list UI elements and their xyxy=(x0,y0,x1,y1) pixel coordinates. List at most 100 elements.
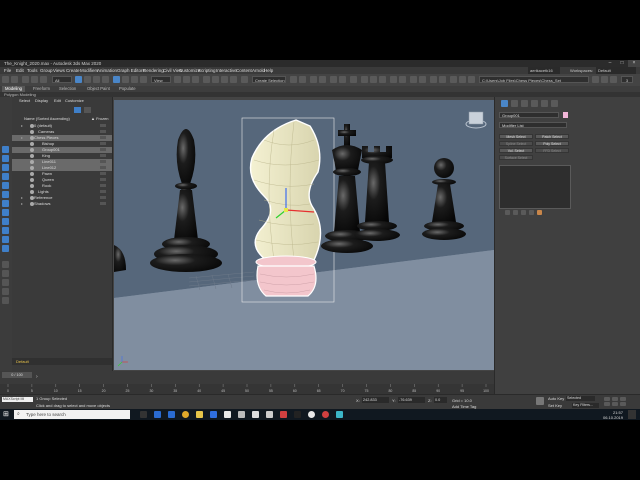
mail-icon[interactable] xyxy=(224,411,231,418)
key-filters-button[interactable]: Key Filters... xyxy=(572,403,599,408)
media-icon[interactable] xyxy=(294,411,301,418)
pan-view-icon[interactable] xyxy=(612,402,618,406)
edge-browser-icon[interactable] xyxy=(154,411,161,418)
maximize-button[interactable]: □ xyxy=(616,60,628,67)
frozen-toggle-icon[interactable] xyxy=(100,166,106,169)
minimize-button[interactable]: – xyxy=(604,60,616,67)
menu-help[interactable]: Help xyxy=(264,68,273,73)
frozen-toggle-icon[interactable] xyxy=(100,178,106,181)
key-mode-dropdown[interactable]: Selected xyxy=(566,396,595,401)
frozen-toggle-icon[interactable] xyxy=(100,142,106,145)
display-spacewarps-icon[interactable] xyxy=(2,209,9,216)
schematic-view-icon[interactable] xyxy=(339,76,346,83)
arnold-render-icon[interactable] xyxy=(390,76,397,83)
snaps-toggle-icon[interactable] xyxy=(203,76,210,83)
select-rotate-icon[interactable] xyxy=(122,76,129,83)
menu-graph-editors[interactable]: Graph Editors xyxy=(117,68,145,73)
menu-create[interactable]: Create xyxy=(66,68,80,73)
rendered-frame-window-icon[interactable] xyxy=(370,76,377,83)
toggle-ribbon-icon[interactable] xyxy=(450,76,457,83)
project-path-dropdown[interactable]: C:\Users\Job Files\Chess Pieces\Chess_Se… xyxy=(479,76,589,83)
recorder-icon[interactable] xyxy=(322,411,329,418)
align-icon[interactable] xyxy=(299,76,306,83)
visibility-eye-icon[interactable] xyxy=(30,178,34,182)
material-editor-icon[interactable] xyxy=(350,76,357,83)
remove-modifier-icon[interactable] xyxy=(529,210,534,215)
current-layer[interactable]: Default xyxy=(16,359,29,364)
show-end-result-icon[interactable] xyxy=(513,210,518,215)
frozen-toggle-icon[interactable] xyxy=(100,124,106,127)
next-frame-icon[interactable]: › xyxy=(36,374,38,380)
workspaces-dropdown[interactable]: Default xyxy=(596,67,636,74)
vol-select-button[interactable]: Vol. Select xyxy=(499,148,533,153)
frozen-toggle-icon[interactable] xyxy=(100,148,106,151)
render-setup-icon[interactable] xyxy=(361,76,368,83)
perspective-viewport[interactable]: [+] [Perspective] [User Defined] [Defaul… xyxy=(114,100,494,370)
unlink-icon[interactable] xyxy=(31,76,38,83)
field-of-view-icon[interactable] xyxy=(604,402,610,406)
disc-icon[interactable] xyxy=(308,411,315,418)
paint-icon[interactable] xyxy=(266,411,273,418)
windows-start-icon[interactable]: ⊞ xyxy=(3,411,10,418)
menu-group[interactable]: Group xyxy=(40,68,53,73)
app-red-icon[interactable] xyxy=(280,411,287,418)
menu-views[interactable]: Views xyxy=(53,68,65,73)
pin-icon[interactable] xyxy=(601,76,608,83)
modifier-stack[interactable] xyxy=(499,165,571,209)
calculator-icon[interactable] xyxy=(238,411,245,418)
z-coordinate-field[interactable]: 0.0 xyxy=(434,397,447,403)
named-selection-set-dropdown[interactable]: Create Selection Se xyxy=(252,76,286,90)
angle-snap-icon[interactable] xyxy=(212,76,219,83)
redo-icon[interactable] xyxy=(11,76,18,83)
display-lights-icon[interactable] xyxy=(2,182,9,189)
selection-filter-dropdown[interactable]: All xyxy=(52,76,72,83)
explorer-tab-display[interactable]: Display xyxy=(35,98,48,103)
visibility-eye-icon[interactable] xyxy=(30,154,34,158)
settings-icon[interactable] xyxy=(610,76,617,83)
display-hidden-icon[interactable] xyxy=(2,270,9,277)
task-view-icon[interactable] xyxy=(140,411,147,418)
edge-icon[interactable] xyxy=(168,411,175,418)
poly-select-button[interactable]: Poly Select xyxy=(535,141,569,146)
explorer-tab-customize[interactable]: Customize xyxy=(65,98,84,103)
browser-icon[interactable] xyxy=(430,76,437,83)
display-tab-icon[interactable] xyxy=(541,100,548,107)
notifications-icon[interactable] xyxy=(628,410,636,419)
select-tool-icon[interactable] xyxy=(2,146,9,153)
frozen-toggle-icon[interactable] xyxy=(100,190,106,193)
frozen-toggle-icon[interactable] xyxy=(100,130,106,133)
configure-modifier-sets-icon[interactable] xyxy=(537,210,542,215)
x-coordinate-field[interactable]: 242.833 xyxy=(362,397,389,403)
reference-coordinate-dropdown[interactable]: View xyxy=(151,76,171,83)
clock-date[interactable]: 06.10.2019 xyxy=(583,415,623,420)
visibility-eye-icon[interactable] xyxy=(30,172,34,176)
curve-editor-icon[interactable] xyxy=(330,76,337,83)
object-name-field[interactable]: Group001 xyxy=(499,112,559,118)
select-scale-icon[interactable] xyxy=(131,76,138,83)
menu-animation[interactable]: Animation xyxy=(97,68,117,73)
file-explorer-icon[interactable] xyxy=(196,411,203,418)
display-containers-icon[interactable] xyxy=(2,245,9,252)
menu-rendering[interactable]: Rendering xyxy=(143,68,164,73)
frozen-toggle-icon[interactable] xyxy=(100,184,106,187)
auto-key-button[interactable]: Auto Key xyxy=(548,396,564,401)
zoom-extents-icon[interactable] xyxy=(620,397,626,401)
track-bar[interactable]: 0 5 10 15 20 25 30 35 40 45 50 55 60 65 70 75 80 85 90 95 10… xyxy=(0,384,494,394)
menu-tools[interactable]: Tools xyxy=(27,68,38,73)
set-key-icon[interactable] xyxy=(536,397,544,405)
visibility-eye-icon[interactable] xyxy=(30,184,34,188)
spinner-snap-icon[interactable] xyxy=(230,76,237,83)
percent-snap-icon[interactable] xyxy=(221,76,228,83)
expand-arrow-icon[interactable]: ▸ xyxy=(21,201,23,207)
select-manipulate-icon[interactable] xyxy=(183,76,190,83)
y-coordinate-field[interactable]: -76.639 xyxy=(398,397,425,403)
select-by-name-icon[interactable] xyxy=(84,76,91,83)
visibility-eye-icon[interactable] xyxy=(30,148,34,152)
select-object-icon[interactable] xyxy=(75,76,82,83)
menu-interactive[interactable]: Interactive xyxy=(216,68,237,73)
explorer-row[interactable]: ▸ Shadows xyxy=(12,201,112,207)
window-crossing-icon[interactable] xyxy=(102,76,109,83)
display-cameras-icon[interactable] xyxy=(2,191,9,198)
visibility-eye-icon[interactable] xyxy=(30,160,34,164)
render-production-icon[interactable] xyxy=(379,76,386,83)
